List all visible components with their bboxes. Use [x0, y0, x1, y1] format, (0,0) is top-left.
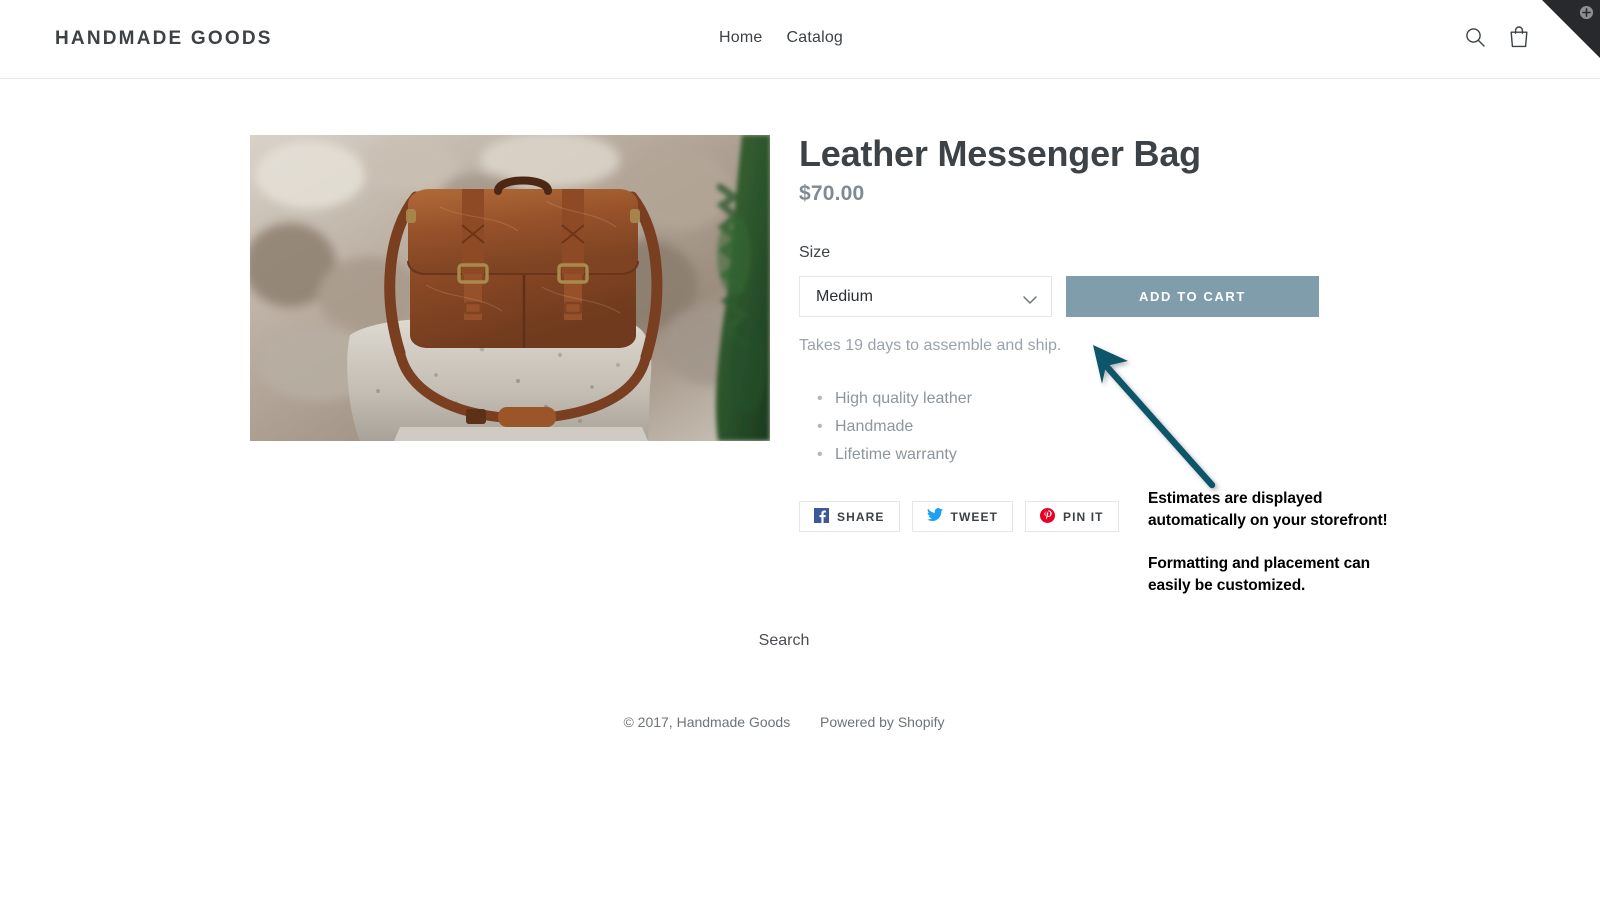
- plus-circle-icon[interactable]: [1579, 5, 1594, 20]
- annotation-note-1: Estimates are displayed automatically on…: [1148, 490, 1388, 529]
- product-details: Leather Messenger Bag $70.00 Size Medium…: [799, 132, 1419, 532]
- variant-option-label: Size: [799, 244, 831, 261]
- list-item: Lifetime warranty: [817, 441, 1419, 469]
- chevron-down-icon: [1023, 292, 1037, 310]
- footer-copyright: © 2017, Handmade Goods: [623, 714, 791, 730]
- annotation-notes: Estimates are displayed automatically on…: [1148, 488, 1398, 596]
- share-pinterest-button[interactable]: PIN IT: [1025, 501, 1119, 532]
- share-twitter-button[interactable]: TWEET: [911, 501, 1014, 532]
- footer-link-search[interactable]: Search: [759, 632, 810, 649]
- search-icon[interactable]: [1464, 26, 1486, 48]
- site-logo[interactable]: HANDMADE GOODS: [55, 28, 273, 50]
- share-twitter-label: TWEET: [950, 509, 999, 524]
- share-pinterest-label: PIN IT: [1063, 509, 1104, 524]
- facebook-icon: [814, 507, 829, 526]
- site-header: HANDMADE GOODS Home Catalog: [0, 0, 1600, 79]
- purchase-controls: Medium ADD TO CART: [799, 276, 1419, 317]
- annotation-note-2: Formatting and placement can easily be c…: [1148, 555, 1370, 594]
- nav-item-catalog[interactable]: Catalog: [786, 29, 843, 47]
- corner-badge[interactable]: [1542, 0, 1600, 58]
- twitter-icon: [926, 508, 943, 525]
- product-price: $70.00: [799, 182, 865, 205]
- cart-icon[interactable]: [1508, 25, 1530, 49]
- pinterest-icon: [1040, 507, 1056, 526]
- product-title: Leather Messenger Bag: [799, 133, 1201, 174]
- header-icon-group: [1464, 25, 1530, 49]
- size-select[interactable]: Medium: [799, 276, 1052, 317]
- nav-item-home[interactable]: Home: [719, 29, 762, 47]
- list-item: Handmade: [817, 413, 1419, 441]
- list-item: High quality leather: [817, 385, 1419, 413]
- share-facebook-label: SHARE: [837, 509, 885, 524]
- main-navigation: Home Catalog: [719, 29, 843, 47]
- product-feature-list: High quality leather Handmade Lifetime w…: [799, 385, 1419, 469]
- footer-bar: © 2017, Handmade Goods Powered by Shopif…: [0, 714, 1568, 730]
- add-to-cart-button[interactable]: ADD TO CART: [1066, 276, 1319, 317]
- footer-powered-by[interactable]: Powered by Shopify: [820, 714, 945, 730]
- delivery-estimate: Takes 19 days to assemble and ship.: [799, 337, 1062, 354]
- footer-links: Search: [0, 632, 1568, 650]
- share-facebook-button[interactable]: SHARE: [799, 501, 900, 532]
- size-select-value: Medium: [816, 287, 873, 305]
- product-image[interactable]: [250, 135, 770, 441]
